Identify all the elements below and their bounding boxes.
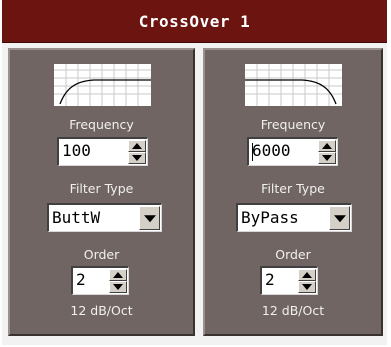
filter-type-select[interactable]: ButtW — [47, 203, 162, 232]
arrow-up-icon — [113, 272, 123, 278]
crossover-window: CrossOver 1 Frequency 100 Filter Type Bu… — [2, 0, 387, 345]
filter-type-label: Filter Type — [261, 181, 325, 196]
left-crossover-panel: Frequency 100 Filter Type ButtW Order 2 … — [8, 48, 195, 336]
order-value: 2 — [76, 270, 86, 289]
frequency-down-button[interactable] — [128, 152, 146, 164]
slope-text: 12 dB/Oct — [70, 303, 133, 318]
filter-type-value: ButtW — [52, 208, 101, 227]
frequency-spinbox[interactable]: 100 — [57, 137, 148, 166]
filter-type-dropdown-button[interactable] — [139, 206, 160, 230]
arrow-up-icon — [302, 272, 312, 278]
frequency-spinbox[interactable]: 6000 — [247, 137, 338, 166]
filter-type-select[interactable]: ByPass — [236, 203, 352, 232]
arrow-down-icon — [302, 284, 312, 290]
frequency-up-button[interactable] — [128, 140, 146, 152]
arrow-down-icon — [322, 155, 332, 161]
slope-text: 12 dB/Oct — [261, 303, 325, 318]
order-up-button[interactable] — [298, 269, 316, 281]
arrow-down-icon — [113, 284, 123, 290]
frequency-value: 6000 — [252, 141, 291, 160]
window-title: CrossOver 1 — [2, 0, 387, 43]
frequency-up-button[interactable] — [318, 140, 336, 152]
frequency-value: 100 — [62, 141, 91, 160]
order-down-button[interactable] — [298, 281, 316, 293]
filter-type-dropdown-button[interactable] — [329, 206, 350, 230]
filter-type-label: Filter Type — [69, 181, 134, 196]
arrow-up-icon — [132, 143, 142, 149]
order-label: Order — [83, 247, 120, 262]
order-spinbox[interactable]: 2 — [260, 266, 318, 295]
chevron-down-icon — [333, 215, 346, 223]
order-down-button[interactable] — [109, 281, 127, 293]
chevron-down-icon — [143, 215, 156, 223]
order-up-button[interactable] — [109, 269, 127, 281]
high-pass-curve-icon — [54, 64, 151, 106]
low-pass-curve-icon — [245, 64, 342, 106]
right-crossover-panel: Frequency 6000 Filter Type ByPass Order … — [203, 48, 383, 336]
order-label: Order — [275, 247, 311, 262]
frequency-label: Frequency — [260, 117, 326, 132]
order-value: 2 — [265, 270, 275, 289]
arrow-up-icon — [322, 143, 332, 149]
order-spinbox[interactable]: 2 — [71, 266, 129, 295]
arrow-down-icon — [132, 155, 142, 161]
filter-type-value: ByPass — [241, 208, 299, 227]
frequency-label: Frequency — [69, 117, 134, 132]
frequency-down-button[interactable] — [318, 152, 336, 164]
